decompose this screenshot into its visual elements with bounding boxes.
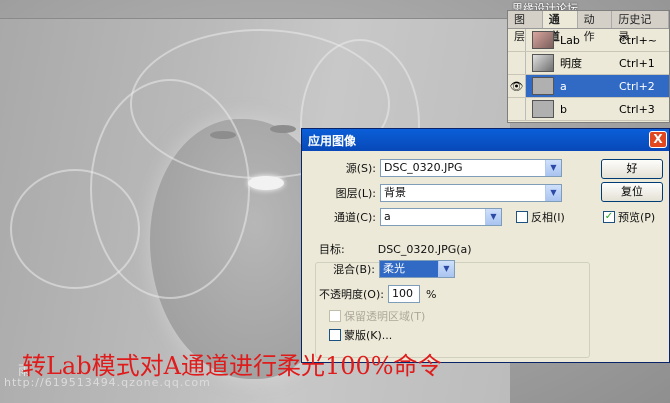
visibility-toggle[interactable] [508,29,526,51]
preview-checkbox[interactable]: ✓ [603,211,615,223]
channel-shortcut: Ctrl+~ [619,33,658,47]
tab-layers[interactable]: 图层 [508,11,543,43]
eye-shape [270,125,296,133]
tab-actions[interactable]: 动作 [578,11,613,43]
target-label: 目标: [319,243,345,256]
chevron-down-icon[interactable]: ▼ [545,185,561,201]
visibility-toggle[interactable] [508,98,526,120]
dialog-title: 应用图像 [308,133,357,148]
channel-label: 通道(C): [334,211,376,224]
layer-label: 图层(L): [335,187,376,200]
channel-shortcut: Ctrl+3 [619,102,655,116]
tab-channels[interactable]: 通道 [542,11,578,43]
panel-tabs: 图层 通道 动作 历史记录 [508,11,669,43]
opacity-unit: % [425,287,437,301]
channel-shortcut: Ctrl+2 [619,79,655,93]
dialog-titlebar[interactable]: 应用图像 [302,129,669,151]
chevron-down-icon[interactable]: ▼ [545,160,561,176]
chevron-down-icon[interactable]: ▼ [438,261,454,277]
preview-label[interactable]: 预览(P) [618,209,655,225]
tutorial-caption: 转Lab模式对A通道进行柔光100%命令 [22,352,442,380]
channel-thumbnail [532,100,554,118]
reset-button[interactable]: 复位 [601,182,663,202]
channel-row-a[interactable]: 👁 a Ctrl+2 [508,75,669,98]
channel-value: a [384,210,391,223]
channel-select[interactable]: a ▼ [380,208,502,226]
chevron-down-icon[interactable]: ▼ [485,209,501,225]
blend-value: 柔光 [383,262,405,275]
channel-name: 明度 [560,57,582,70]
source-select[interactable]: DSC_0320.JPG ▼ [380,159,562,177]
opacity-label: 不透明度(O): [319,288,384,301]
channel-thumbnail [532,77,554,95]
target-value: DSC_0320.JPG(a) [377,242,472,256]
invert-checkbox[interactable] [516,211,528,223]
channel-row-b[interactable]: b Ctrl+3 [508,98,669,121]
channel-row-lab[interactable]: Lab Ctrl+~ [508,29,669,52]
ok-button[interactable]: 好 [601,159,663,179]
channel-row-lightness[interactable]: 明度 Ctrl+1 [508,52,669,75]
eye-shape [210,131,236,139]
lips-highlight [248,176,284,190]
blend-label: 混合(B): [333,263,375,276]
layer-value: 背景 [384,186,406,199]
preserve-transparency-checkbox[interactable] [329,310,341,322]
channel-thumbnail [532,31,554,49]
apply-image-dialog: 应用图像 X 源(S): DSC_0320.JPG ▼ 图层(L): 背景 ▼ … [301,128,670,363]
invert-label[interactable]: 反相(I) [531,209,565,225]
opacity-input[interactable]: 100 [387,285,420,303]
channel-shortcut: Ctrl+1 [619,56,655,70]
channel-thumbnail [532,54,554,72]
layer-select[interactable]: 背景 ▼ [380,184,562,202]
close-button[interactable]: X [649,131,667,148]
source-label: 源(S): [345,162,376,175]
blend-select[interactable]: 柔光 ▼ [379,260,455,278]
mask-label[interactable]: 蒙版(K)... [344,327,392,343]
channel-name: b [560,102,567,116]
channel-name: a [560,79,567,93]
eye-icon[interactable]: 👁 [508,75,526,97]
channel-name: Lab [560,33,580,47]
hair-curl [10,169,140,289]
source-value: DSC_0320.JPG [384,161,463,174]
mask-checkbox[interactable] [329,329,341,341]
channels-panel: 图层 通道 动作 历史记录 Lab Ctrl+~ 明度 Ctrl+1 👁 a C… [507,10,670,123]
tab-history[interactable]: 历史记录 [612,11,669,43]
preserve-transparency-label: 保留透明区域(T) [344,310,426,323]
visibility-toggle[interactable] [508,52,526,74]
